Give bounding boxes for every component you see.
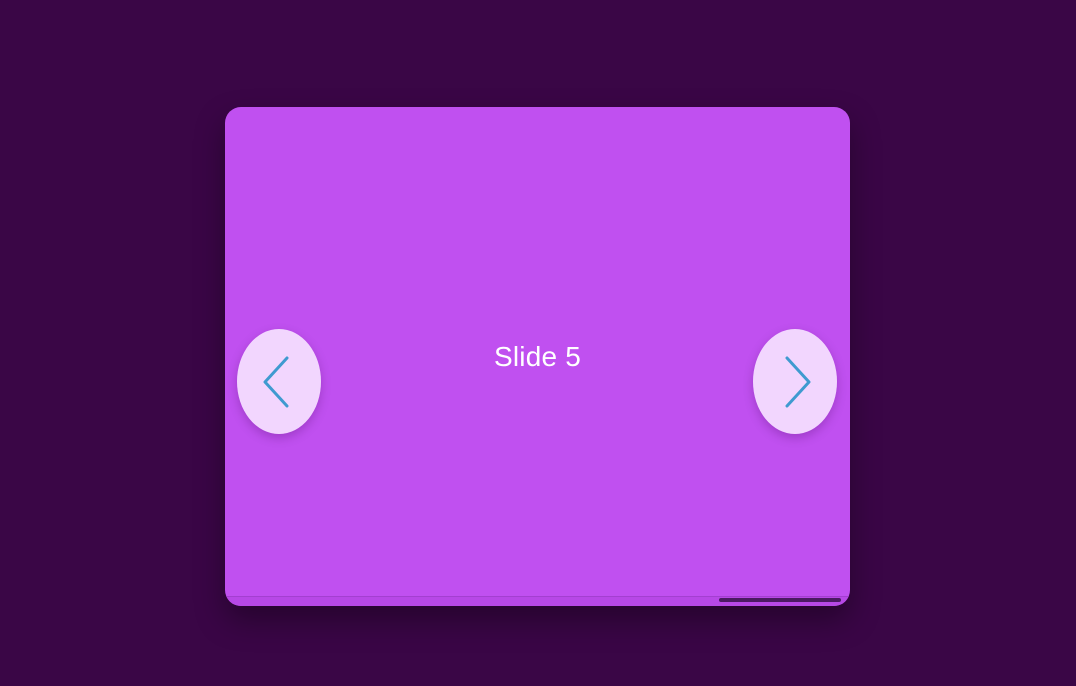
chevron-right-icon — [775, 352, 815, 412]
slide-progress-fill — [718, 598, 841, 602]
slide-label: Slide 5 — [493, 341, 581, 372]
previous-slide-button[interactable] — [237, 329, 321, 434]
slide: Slide 5 — [225, 107, 850, 606]
slide-progress-bar — [225, 596, 850, 606]
carousel: Slide 5 — [225, 107, 850, 606]
next-slide-button[interactable] — [753, 329, 837, 434]
page: Slide 5 — [0, 0, 1076, 686]
chevron-left-icon — [259, 352, 299, 412]
